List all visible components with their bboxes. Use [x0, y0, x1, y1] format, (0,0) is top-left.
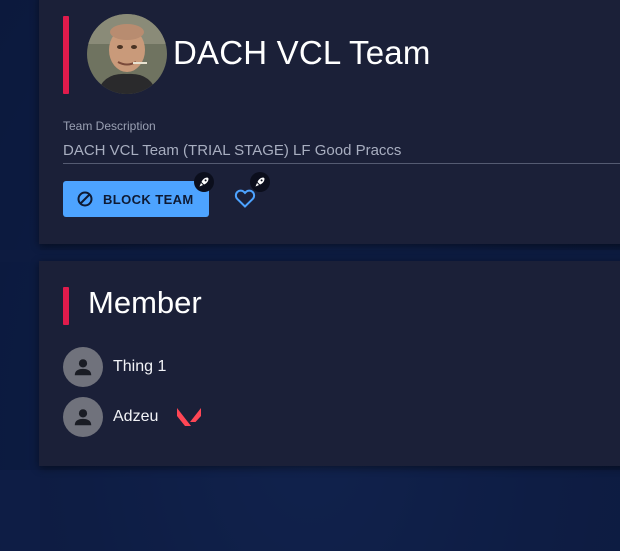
member-name: Thing 1	[113, 358, 167, 375]
person-icon	[74, 359, 92, 376]
block-team-button[interactable]: BLOCK TEAM	[63, 181, 209, 217]
avatar	[63, 347, 103, 387]
team-avatar	[87, 14, 167, 94]
avatar	[63, 397, 103, 437]
members-title: Member	[88, 285, 202, 320]
ban-icon	[77, 191, 93, 207]
rocket-icon	[194, 172, 214, 192]
member-name: Adzeu	[113, 408, 159, 425]
team-description-label: Team Description	[63, 119, 156, 133]
team-accent-bar	[63, 16, 69, 94]
team-name: DACH VCL Team	[173, 34, 431, 71]
valorant-icon	[177, 408, 202, 426]
block-team-label: BLOCK TEAM	[103, 191, 194, 207]
member-item[interactable]: Adzeu	[63, 397, 202, 437]
member-item[interactable]: Thing 1	[63, 347, 166, 387]
team-description-field[interactable]: DACH VCL Team (TRIAL STAGE) LF Good Prac…	[63, 142, 620, 164]
team-card: DACH VCL Team Team Description DACH VCL …	[39, 0, 620, 244]
members-card: Member Thing 1 Adzeu	[39, 261, 620, 466]
members-accent-bar	[63, 287, 69, 325]
person-icon	[74, 409, 92, 426]
rocket-icon	[250, 172, 270, 192]
